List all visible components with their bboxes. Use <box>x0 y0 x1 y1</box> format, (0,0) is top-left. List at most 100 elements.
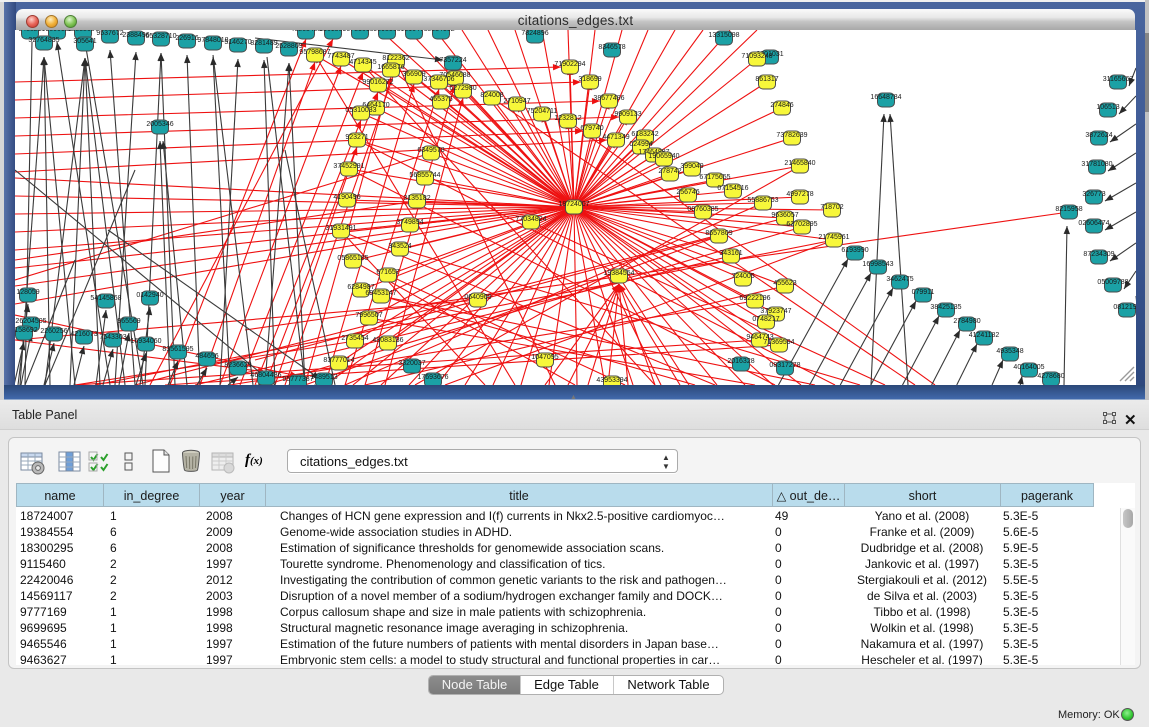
svg-text:455623: 455623 <box>773 280 796 287</box>
svg-text:2260256: 2260256 <box>40 328 67 335</box>
svg-text:343161: 343161 <box>719 250 742 257</box>
svg-text:87234309: 87234309 <box>1083 251 1114 258</box>
svg-text:4997278: 4997278 <box>786 191 813 198</box>
svg-text:024994: 024994 <box>629 141 652 148</box>
svg-text:9909133: 9909133 <box>614 111 641 118</box>
svg-text:484656: 484656 <box>195 353 218 360</box>
svg-text:305641: 305641 <box>73 38 96 45</box>
svg-text:1161559: 1161559 <box>320 30 347 33</box>
svg-text:6349578: 6349578 <box>417 147 444 154</box>
svg-text:3462475: 3462475 <box>886 276 913 283</box>
svg-text:40164005: 40164005 <box>1013 364 1044 371</box>
svg-text:3320037: 3320037 <box>398 360 425 367</box>
svg-text:21745961: 21745961 <box>818 234 849 241</box>
svg-text:55886753: 55886753 <box>747 197 778 204</box>
svg-text:923271: 923271 <box>345 134 368 141</box>
svg-text:1665876: 1665876 <box>377 64 404 71</box>
svg-text:0142940: 0142940 <box>136 292 163 299</box>
svg-text:08317278: 08317278 <box>769 362 800 369</box>
svg-text:21465840: 21465840 <box>784 160 815 167</box>
svg-text:43953394: 43953394 <box>596 377 627 384</box>
svg-text:399049: 399049 <box>680 163 703 170</box>
svg-text:4935348: 4935348 <box>996 348 1023 355</box>
svg-text:256746: 256746 <box>676 189 699 196</box>
svg-text:48083136: 48083136 <box>372 337 403 344</box>
svg-text:0812191: 0812191 <box>1113 304 1136 311</box>
svg-text:71369594: 71369594 <box>763 339 794 346</box>
svg-text:7357224: 7357224 <box>439 57 466 64</box>
svg-text:724005: 724005 <box>731 273 754 280</box>
svg-text:128059: 128059 <box>16 289 39 296</box>
svg-text:38425135: 38425135 <box>930 304 961 311</box>
svg-text:0748217: 0748217 <box>752 316 779 323</box>
svg-text:71902294: 71902294 <box>554 61 585 68</box>
svg-text:83561595: 83561595 <box>162 346 193 353</box>
svg-text:226916: 226916 <box>175 35 198 42</box>
svg-text:46804436: 46804436 <box>250 372 281 379</box>
svg-text:2016328: 2016328 <box>727 358 754 365</box>
svg-text:62702895: 62702895 <box>786 221 817 228</box>
svg-text:6183242: 6183242 <box>631 131 658 138</box>
svg-text:31165667: 31165667 <box>1103 76 1134 83</box>
svg-text:2735454: 2735454 <box>341 335 368 342</box>
svg-text:366909: 366909 <box>402 71 425 78</box>
svg-text:40265423: 40265423 <box>290 30 321 33</box>
svg-text:5146270: 5146270 <box>224 39 251 46</box>
svg-text:95777387: 95777387 <box>282 376 313 383</box>
svg-text:32764835: 32764835 <box>28 37 59 44</box>
svg-text:9636057: 9636057 <box>771 212 798 219</box>
svg-text:56855744: 56855744 <box>409 172 440 179</box>
svg-text:77034824: 77034824 <box>515 216 546 223</box>
svg-text:0781618: 0781618 <box>346 30 373 33</box>
svg-text:75204711: 75204711 <box>527 108 558 115</box>
svg-text:7543303: 7543303 <box>99 334 126 341</box>
svg-text:4216073: 4216073 <box>70 331 97 338</box>
svg-text:08760385: 08760385 <box>687 206 718 213</box>
svg-text:67175655: 67175655 <box>699 174 730 181</box>
svg-text:31931491: 31931491 <box>325 225 356 232</box>
svg-text:41241182: 41241182 <box>969 332 1000 339</box>
svg-text:54145868: 54145868 <box>90 295 121 302</box>
svg-text:3135182: 3135182 <box>403 195 430 202</box>
svg-text:37452991: 37452991 <box>333 163 364 170</box>
svg-text:18724007: 18724007 <box>558 201 589 208</box>
svg-text:07154516: 07154516 <box>717 185 748 192</box>
svg-text:6193990: 6193990 <box>841 247 868 254</box>
svg-text:8236629: 8236629 <box>224 362 251 369</box>
svg-text:465375: 465375 <box>429 96 452 103</box>
svg-text:2710947: 2710947 <box>503 98 530 105</box>
svg-text:079911: 079911 <box>912 289 935 296</box>
svg-text:106513: 106513 <box>1096 104 1119 111</box>
svg-text:824008: 824008 <box>480 92 503 99</box>
svg-text:37923747: 37923747 <box>760 308 791 315</box>
svg-text:37346706: 37346706 <box>423 76 454 83</box>
svg-text:13315098: 13315098 <box>708 32 739 39</box>
svg-text:16648784: 16648784 <box>870 94 901 101</box>
svg-text:278742: 278742 <box>658 168 681 175</box>
svg-text:043321: 043321 <box>18 30 41 33</box>
svg-text:69453147: 69453147 <box>365 290 396 297</box>
svg-text:9593103: 9593103 <box>373 30 400 33</box>
svg-text:274846: 274846 <box>770 102 793 109</box>
svg-text:8281489: 8281489 <box>250 40 277 47</box>
svg-text:679740: 679740 <box>580 125 603 132</box>
svg-text:17693676: 17693676 <box>417 374 448 381</box>
svg-text:69222196: 69222196 <box>739 295 770 302</box>
svg-text:9537672: 9537672 <box>96 30 123 37</box>
svg-text:1232812: 1232812 <box>554 115 581 122</box>
svg-text:26204505: 26204505 <box>15 318 46 325</box>
svg-text:05865185: 05865185 <box>337 255 368 262</box>
svg-text:05009788: 05009788 <box>1097 279 1128 286</box>
svg-text:90838637: 90838637 <box>67 30 98 33</box>
svg-text:99016272: 99016272 <box>362 79 393 86</box>
svg-text:8346578: 8346578 <box>598 44 625 51</box>
svg-text:1047095: 1047095 <box>531 354 558 361</box>
svg-text:671657: 671657 <box>376 269 399 276</box>
svg-text:3158692: 3158692 <box>15 327 38 334</box>
svg-text:6272980: 6272980 <box>449 85 476 92</box>
svg-text:71093248: 71093248 <box>741 53 772 60</box>
svg-text:8122362: 8122362 <box>382 55 409 62</box>
svg-text:73782639: 73782639 <box>776 132 807 139</box>
svg-text:4471349: 4471349 <box>602 134 629 141</box>
svg-text:7824896: 7824896 <box>521 30 548 37</box>
